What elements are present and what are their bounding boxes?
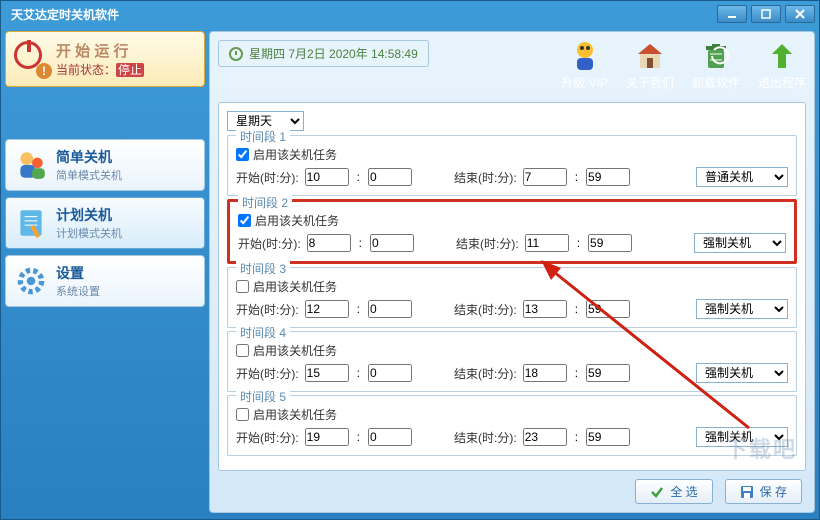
- nav-sub: 简单模式关机: [56, 167, 122, 183]
- nav-simple-shutdown[interactable]: 简单关机简单模式关机: [5, 139, 205, 191]
- run-status: 当前状态：停止: [56, 61, 144, 78]
- end-label: 结束(时:分):: [456, 235, 519, 252]
- legend: 时间段 1: [236, 128, 290, 145]
- timeslot-4: 时间段 4启用该关机任务开始(时:分)::结束(时:分)::强制关机: [227, 331, 797, 392]
- nav-title: 计划关机: [56, 205, 122, 225]
- end-hour[interactable]: [525, 234, 569, 252]
- start-label: 开始(时:分):: [236, 365, 299, 382]
- end-hour[interactable]: [523, 428, 567, 446]
- end-min[interactable]: [586, 364, 630, 382]
- notepad-icon: [14, 206, 48, 240]
- start-min[interactable]: [368, 428, 412, 446]
- enable-task[interactable]: 启用该关机任务: [236, 146, 337, 163]
- bottom-bar: 全 选 保 存: [218, 471, 806, 504]
- tool-uninstall[interactable]: 卸载软件: [692, 40, 740, 91]
- enable-checkbox[interactable]: [236, 148, 249, 161]
- timeslot-2: 时间段 2启用该关机任务开始(时:分)::结束(时:分)::强制关机: [227, 199, 797, 264]
- legend: 时间段 2: [238, 194, 292, 211]
- topbar: 星期四 7月2日 2020年 14:58:49 升级 VIP 关于我们 卸载软件…: [218, 40, 806, 96]
- datetime-text: 星期四 7月2日 2020年 14:58:49: [249, 45, 418, 62]
- nav-sub: 系统设置: [56, 283, 100, 299]
- nav-title: 简单关机: [56, 147, 122, 167]
- end-hour[interactable]: [523, 364, 567, 382]
- end-hour[interactable]: [523, 168, 567, 186]
- nav-plan-shutdown[interactable]: 计划关机计划模式关机: [5, 197, 205, 249]
- start-hour[interactable]: [305, 364, 349, 382]
- main-panel: 星期四 7月2日 2020年 14:58:49 升级 VIP 关于我们 卸载软件…: [209, 31, 815, 513]
- enable-task[interactable]: 启用该关机任务: [236, 406, 337, 423]
- end-label: 结束(时:分):: [454, 365, 517, 382]
- start-min[interactable]: [370, 234, 414, 252]
- enable-task[interactable]: 启用该关机任务: [238, 212, 339, 229]
- tool-exit[interactable]: 退出程序: [758, 40, 806, 91]
- app-title: 天艾达定时关机软件: [11, 6, 119, 23]
- end-min[interactable]: [586, 168, 630, 186]
- shutdown-type-select[interactable]: 强制关机: [694, 233, 786, 253]
- run-box[interactable]: ! 开 始 运 行 当前状态：停止: [5, 31, 205, 87]
- legend: 时间段 4: [236, 324, 290, 341]
- timeslot-1: 时间段 1启用该关机任务开始(时:分)::结束(时:分)::普通关机: [227, 135, 797, 196]
- start-hour[interactable]: [307, 234, 351, 252]
- enable-checkbox[interactable]: [236, 408, 249, 421]
- timeslot-5: 时间段 5启用该关机任务开始(时:分)::结束(时:分)::强制关机: [227, 395, 797, 456]
- close-button[interactable]: [785, 5, 815, 23]
- end-label: 结束(时:分):: [454, 169, 517, 186]
- sidebar: ! 开 始 运 行 当前状态：停止 简单关机简单模式关机 计划关机计划模式关机 …: [5, 31, 205, 513]
- power-icon: !: [14, 41, 50, 77]
- tool-vip[interactable]: 升级 VIP: [561, 40, 608, 91]
- tool-about[interactable]: 关于我们: [626, 40, 674, 91]
- start-label: 开始(时:分):: [238, 235, 301, 252]
- enable-checkbox[interactable]: [236, 280, 249, 293]
- start-min[interactable]: [368, 300, 412, 318]
- shutdown-type-select[interactable]: 强制关机: [696, 299, 788, 319]
- nav-title: 设置: [56, 263, 100, 283]
- window-controls: [717, 5, 815, 23]
- gear-icon: [14, 264, 48, 298]
- clock-icon: [229, 47, 243, 61]
- people-icon: [14, 148, 48, 182]
- minimize-button[interactable]: [717, 5, 747, 23]
- datetime-box: 星期四 7月2日 2020年 14:58:49: [218, 40, 429, 67]
- shutdown-type-select[interactable]: 强制关机: [696, 363, 788, 383]
- content: ! 开 始 运 行 当前状态：停止 简单关机简单模式关机 计划关机计划模式关机 …: [1, 27, 819, 517]
- enable-checkbox[interactable]: [236, 344, 249, 357]
- timeslot-3: 时间段 3启用该关机任务开始(时:分)::结束(时:分)::强制关机: [227, 267, 797, 328]
- end-min[interactable]: [586, 300, 630, 318]
- start-min[interactable]: [368, 168, 412, 186]
- start-hour[interactable]: [305, 168, 349, 186]
- start-hour[interactable]: [305, 428, 349, 446]
- start-hour[interactable]: [305, 300, 349, 318]
- save-button[interactable]: 保 存: [725, 479, 802, 504]
- toolbar: 升级 VIP 关于我们 卸载软件 退出程序: [561, 40, 806, 91]
- end-hour[interactable]: [523, 300, 567, 318]
- legend: 时间段 3: [236, 260, 290, 277]
- end-label: 结束(时:分):: [454, 301, 517, 318]
- nav-sub: 计划模式关机: [56, 225, 122, 241]
- end-label: 结束(时:分):: [454, 429, 517, 446]
- form-area: 星期天 时间段 1启用该关机任务开始(时:分)::结束(时:分)::普通关机时间…: [218, 102, 806, 471]
- legend: 时间段 5: [236, 388, 290, 405]
- enable-checkbox[interactable]: [238, 214, 251, 227]
- app-window: 天艾达定时关机软件 ! 开 始 运 行 当前状态：停止 简单关机简单模式关机: [0, 0, 820, 520]
- run-title: 开 始 运 行: [56, 40, 144, 61]
- start-label: 开始(时:分):: [236, 169, 299, 186]
- titlebar: 天艾达定时关机软件: [1, 1, 819, 27]
- shutdown-type-select[interactable]: 普通关机: [696, 167, 788, 187]
- end-min[interactable]: [588, 234, 632, 252]
- select-all-button[interactable]: 全 选: [635, 479, 712, 504]
- start-label: 开始(时:分):: [236, 301, 299, 318]
- enable-task[interactable]: 启用该关机任务: [236, 342, 337, 359]
- enable-task[interactable]: 启用该关机任务: [236, 278, 337, 295]
- watermark: 下载吧: [725, 432, 797, 464]
- start-label: 开始(时:分):: [236, 429, 299, 446]
- end-min[interactable]: [586, 428, 630, 446]
- start-min[interactable]: [368, 364, 412, 382]
- nav-settings[interactable]: 设置系统设置: [5, 255, 205, 307]
- maximize-button[interactable]: [751, 5, 781, 23]
